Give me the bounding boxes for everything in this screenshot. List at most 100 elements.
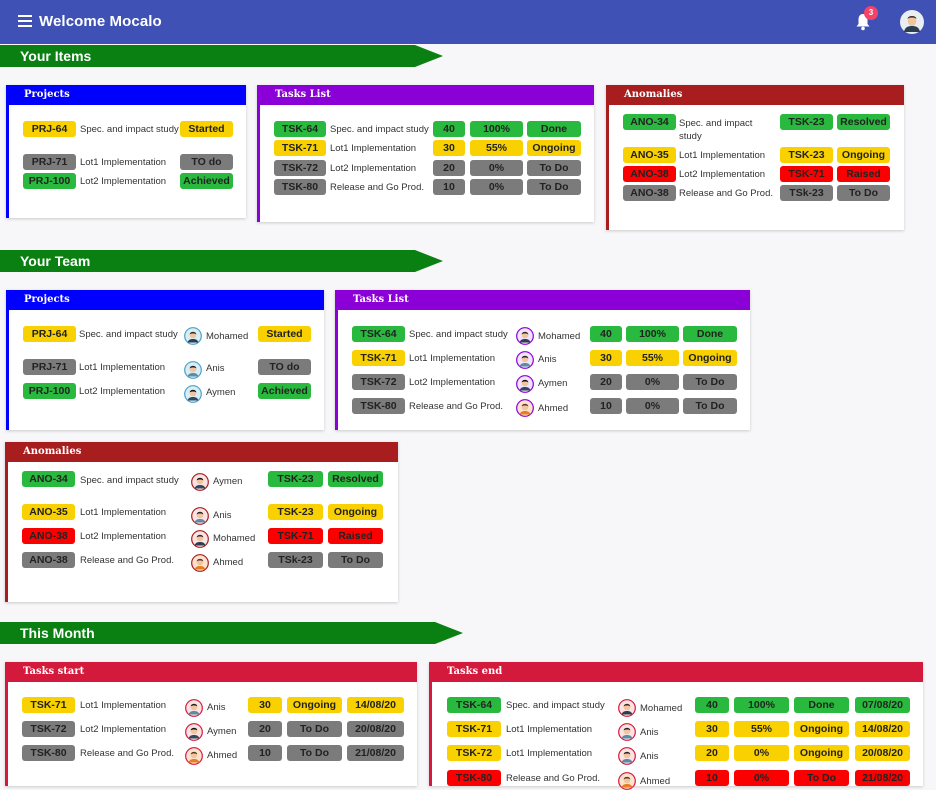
project-name: Spec. and impact study xyxy=(80,124,179,135)
assignee-name: Anis xyxy=(538,354,557,365)
task-name: Lot1 Implementation xyxy=(80,700,167,711)
avatar-anis-icon xyxy=(191,507,209,525)
task-id-badge: TSK-71 xyxy=(447,721,501,737)
assignee-name: Ahmed xyxy=(207,750,238,761)
anomaly-id-badge: ANO-35 xyxy=(623,147,676,163)
avatar-anis-icon xyxy=(184,361,202,379)
project-name: Lot2 Implementation xyxy=(79,386,166,397)
avatar-anis-icon xyxy=(618,723,636,741)
status-badge: Ongoing xyxy=(287,697,342,713)
task-qty: 20 xyxy=(248,721,282,737)
anomaly-id-badge: ANO-34 xyxy=(623,114,676,130)
end-date: 14/08/20 xyxy=(855,721,910,737)
tasks-end-card: Tasks end TSK-64 Spec. and impact study … xyxy=(429,662,923,790)
task-id-badge: TSK-80 xyxy=(274,179,326,195)
task-qty: 30 xyxy=(433,140,465,156)
avatar-mohamed-icon xyxy=(618,699,636,717)
user-avatar[interactable] xyxy=(900,10,924,34)
task-id-badge: TSK-80 xyxy=(447,770,501,786)
status-badge: To Do xyxy=(527,160,581,176)
avatar-ahmed-icon xyxy=(185,747,203,765)
top-app-bar: Welcome Mocalo 3 xyxy=(0,0,936,44)
task-qty: 10 xyxy=(433,179,465,195)
anomaly-name: Lot2 Implementation xyxy=(80,531,167,542)
anomaly-task-badge: TSK-23 xyxy=(780,114,833,130)
status-badge: Resolved xyxy=(328,471,383,487)
task-progress: 55% xyxy=(626,350,679,366)
app-title: Welcome Mocalo xyxy=(39,13,162,30)
assignee-name: Anis xyxy=(213,510,232,521)
section-your-team: Your Team xyxy=(0,250,443,272)
menu-icon[interactable] xyxy=(18,15,32,27)
anomaly-name: Lot1 Implementation xyxy=(679,150,766,161)
task-progress: 55% xyxy=(470,140,523,156)
items-tasks-card: Tasks List TSK-64 Spec. and impact study… xyxy=(257,85,594,222)
status-badge: TO do xyxy=(180,154,233,170)
assignee-name: Aymen xyxy=(206,387,236,398)
status-badge: To Do xyxy=(527,179,581,195)
section-your-items: Your Items xyxy=(0,45,443,67)
card-title: Projects xyxy=(9,85,246,105)
assignee-name: Aymen xyxy=(213,476,243,487)
project-id-badge: PRJ-71 xyxy=(23,154,76,170)
project-id-badge: PRJ-64 xyxy=(23,121,76,137)
task-progress: 0% xyxy=(470,160,523,176)
anomaly-id-badge: ANO-38 xyxy=(623,185,676,201)
avatar-ahmed-icon xyxy=(516,399,534,417)
task-name: Lot1 Implementation xyxy=(506,724,593,735)
task-qty: 10 xyxy=(590,398,622,414)
task-id-badge: TSK-64 xyxy=(447,697,501,713)
status-badge: Started xyxy=(180,121,233,137)
task-qty: 30 xyxy=(590,350,622,366)
task-name: Spec. and impact study xyxy=(506,700,605,711)
task-qty: 40 xyxy=(590,326,622,342)
status-badge: Raised xyxy=(328,528,383,544)
project-id-badge: PRJ-71 xyxy=(23,359,76,375)
avatar-aymen-icon xyxy=(184,385,202,403)
task-id-badge: TSK-71 xyxy=(22,697,75,713)
status-badge: To Do xyxy=(794,770,849,786)
assignee-name: Aymen xyxy=(538,378,568,389)
task-name: Lot2 Implementation xyxy=(330,163,417,174)
assignee-name: Anis xyxy=(207,702,226,713)
task-name: Release and Go Prod. xyxy=(409,401,504,412)
task-progress: 55% xyxy=(734,721,789,737)
project-name: Lot1 Implementation xyxy=(80,157,167,168)
card-title: Tasks List xyxy=(338,290,750,310)
anomaly-task-badge: TSk-23 xyxy=(780,185,833,201)
avatar-ahmed-icon xyxy=(618,772,636,790)
avatar-mohamed-icon xyxy=(191,530,209,548)
start-date: 21/08/20 xyxy=(347,745,404,761)
anomaly-id-badge: ANO-38 xyxy=(22,552,75,568)
assignee-name: Ahmed xyxy=(213,557,244,568)
anomaly-id-badge: ANO-38 xyxy=(623,166,676,182)
task-name: Lot2 Implementation xyxy=(409,377,496,388)
anomaly-task-badge: TSK-23 xyxy=(780,147,833,163)
card-title: Projects xyxy=(9,290,324,310)
project-id-badge: PRJ-100 xyxy=(23,173,76,189)
avatar-aymen-icon xyxy=(185,723,203,741)
task-progress: 0% xyxy=(626,398,679,414)
status-badge: Ongoing xyxy=(837,147,890,163)
task-progress: 100% xyxy=(734,697,789,713)
card-title: Anomalies xyxy=(8,442,398,462)
items-projects-card: Projects PRJ-64 Spec. and impact study S… xyxy=(6,85,246,218)
task-name: Release and Go Prod. xyxy=(80,748,175,759)
task-qty: 40 xyxy=(433,121,465,137)
task-progress: 0% xyxy=(734,770,789,786)
anomaly-task-badge: TSK-71 xyxy=(780,166,833,182)
team-projects-card: Projects PRJ-64 Spec. and impact study M… xyxy=(6,290,324,430)
task-name: Spec. and impact study xyxy=(330,124,429,135)
task-qty: 20 xyxy=(695,745,729,761)
status-badge: Started xyxy=(258,326,311,342)
status-badge: Ongoing xyxy=(527,140,581,156)
status-badge: Done xyxy=(683,326,737,342)
assignee-name: Aymen xyxy=(207,726,237,737)
notification-badge: 3 xyxy=(864,6,878,20)
project-id-badge: PRJ-64 xyxy=(23,326,76,342)
assignee-name: Mohamed xyxy=(538,331,581,342)
assignee-name: Anis xyxy=(640,727,659,738)
task-progress: 0% xyxy=(626,374,679,390)
avatar-ahmed-icon xyxy=(191,554,209,572)
status-badge: Ongoing xyxy=(328,504,383,520)
